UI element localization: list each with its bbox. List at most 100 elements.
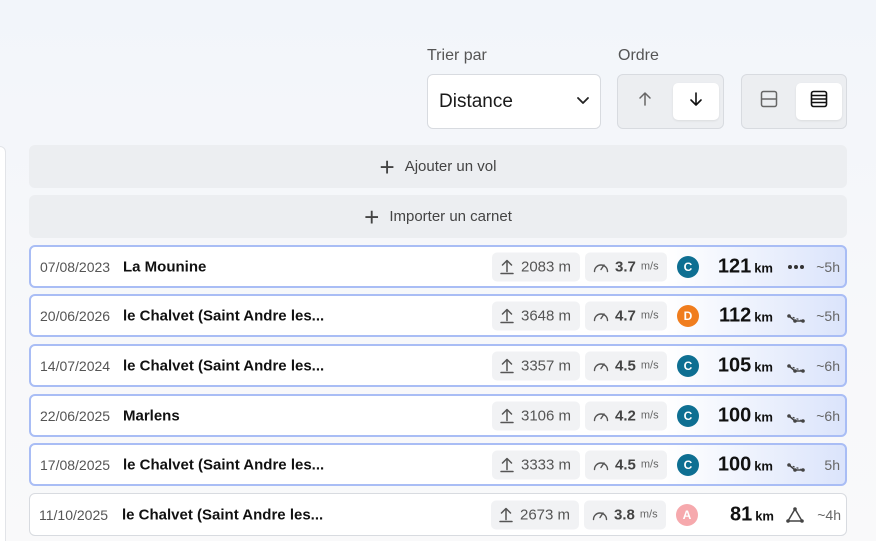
gauge-icon [592,358,610,374]
sort-label: Trier par [427,47,487,64]
import-logbook-button[interactable]: + Importer un carnet [29,195,847,238]
altitude-icon [499,357,515,375]
import-logbook-label: Importer un carnet [389,208,512,225]
vario-unit: m/s [640,260,659,273]
flight-row[interactable]: 22/06/2025 Marlens 3106 m 4.2 m/s C 100 km ~6h [29,394,847,437]
flight-date: 11/10/2025 [39,506,109,523]
flight-duration: ~4h [817,506,841,523]
flight-duration: ~6h [816,407,840,424]
flight-date: 07/08/2023 [40,258,111,275]
distance-value: 105 [717,354,752,376]
flight-site: le Chalvet (Saint Andre les... [123,357,325,374]
distance-unit: km [754,409,773,424]
add-flight-label: Ajouter un vol [404,158,497,175]
vario-unit: m/s [639,508,658,521]
category-badge: C [677,404,699,427]
arrow-up-icon [636,90,654,113]
flight-row[interactable]: 14/07/2024 le Chalvet (Saint Andre les...… [29,344,847,387]
vario-pill: 4.5 m/s [585,450,667,479]
vario-value: 4.7 [615,307,636,324]
altitude-pill: 2083 m [492,252,580,281]
triangle-icon [783,308,809,324]
distance-value: 121 [717,255,752,277]
distance-unit: km [754,309,773,324]
distance-value: 112 [718,304,752,326]
flight-duration: ~5h [816,307,840,324]
altitude-pill: 3648 m [492,301,580,330]
chevron-down-icon [576,91,590,113]
triangle-icon [783,457,809,473]
order-ascending-button[interactable] [622,83,669,120]
vario-unit: m/s [640,309,659,322]
order-toggle [617,74,724,129]
flight-distance: 81 km [730,503,774,526]
vario-value: 4.5 [615,357,636,374]
flight-distance: 112 km [719,304,773,327]
view-toggle [741,74,847,129]
view-list-button[interactable] [796,83,842,120]
vario-unit: m/s [640,359,659,372]
flight-date: 20/06/2026 [40,307,111,324]
altitude-pill: 3333 m [492,450,580,479]
flight-duration: ~5h [816,258,840,275]
flight-row[interactable]: 11/10/2025 le Chalvet (Saint Andre les...… [29,493,847,536]
distance-unit: km [755,508,774,523]
flight-duration: 5h [824,456,840,473]
altitude-icon [499,456,515,474]
add-flight-button[interactable]: + Ajouter un vol [29,145,847,188]
vario-pill: 3.7 m/s [585,252,667,281]
side-panel [0,146,6,541]
vario-value: 3.7 [615,258,636,275]
flight-distance: 100 km [718,404,773,427]
triangle-closed-icon [782,506,808,524]
vario-pill: 4.7 m/s [585,301,667,330]
altitude-icon [499,407,515,425]
distance-unit: km [754,260,773,275]
vario-value: 4.5 [615,456,636,473]
triangle-icon [783,358,809,374]
order-label: Ordre [618,47,659,64]
flight-row[interactable]: 17/08/2025 le Chalvet (Saint Andre les...… [29,443,847,486]
altitude-value: 2083 m [521,258,572,275]
flight-date: 17/08/2025 [40,456,111,473]
altitude-icon [499,258,515,276]
flight-site: La Mounine [123,258,207,275]
vario-value: 3.8 [614,506,635,523]
flight-distance: 121 km [718,255,773,278]
sort-select-value: Distance [439,90,513,112]
category-badge: C [677,354,699,377]
altitude-icon [498,506,514,524]
distance-unit: km [754,359,773,374]
order-descending-button[interactable] [672,83,719,120]
triangle-icon [783,408,809,424]
plus-icon: + [364,201,380,232]
altitude-value: 3357 m [521,357,572,374]
vario-value: 4.2 [615,407,636,424]
arrow-down-icon [687,90,705,113]
plus-icon: + [379,151,395,182]
flight-site: le Chalvet (Saint Andre les... [122,506,324,523]
gauge-icon [592,259,610,275]
altitude-value: 3648 m [521,307,572,324]
altitude-pill: 3357 m [492,351,580,380]
category-badge: C [677,453,699,476]
category-badge: A [676,503,698,526]
gauge-icon [592,408,610,424]
sort-select[interactable]: Distance [427,74,601,129]
vario-pill: 3.8 m/s [584,500,666,529]
view-cards-button[interactable] [746,83,792,120]
flight-distance: 105 km [718,354,773,377]
altitude-icon [499,307,515,325]
vario-unit: m/s [640,458,659,471]
altitude-pill: 2673 m [491,500,579,529]
distance-value: 100 [717,404,752,426]
vario-pill: 4.2 m/s [585,401,667,430]
gauge-icon [591,507,609,523]
category-badge: D [677,304,699,327]
flight-row[interactable]: 20/06/2026 le Chalvet (Saint Andre les...… [29,294,847,337]
altitude-value: 3106 m [521,407,572,424]
altitude-pill: 3106 m [492,401,580,430]
vario-pill: 4.5 m/s [585,351,667,380]
flight-date: 14/07/2024 [40,357,111,374]
flight-row[interactable]: 07/08/2023 La Mounine 2083 m 3.7 m/s C 121 km ~5… [29,245,847,288]
